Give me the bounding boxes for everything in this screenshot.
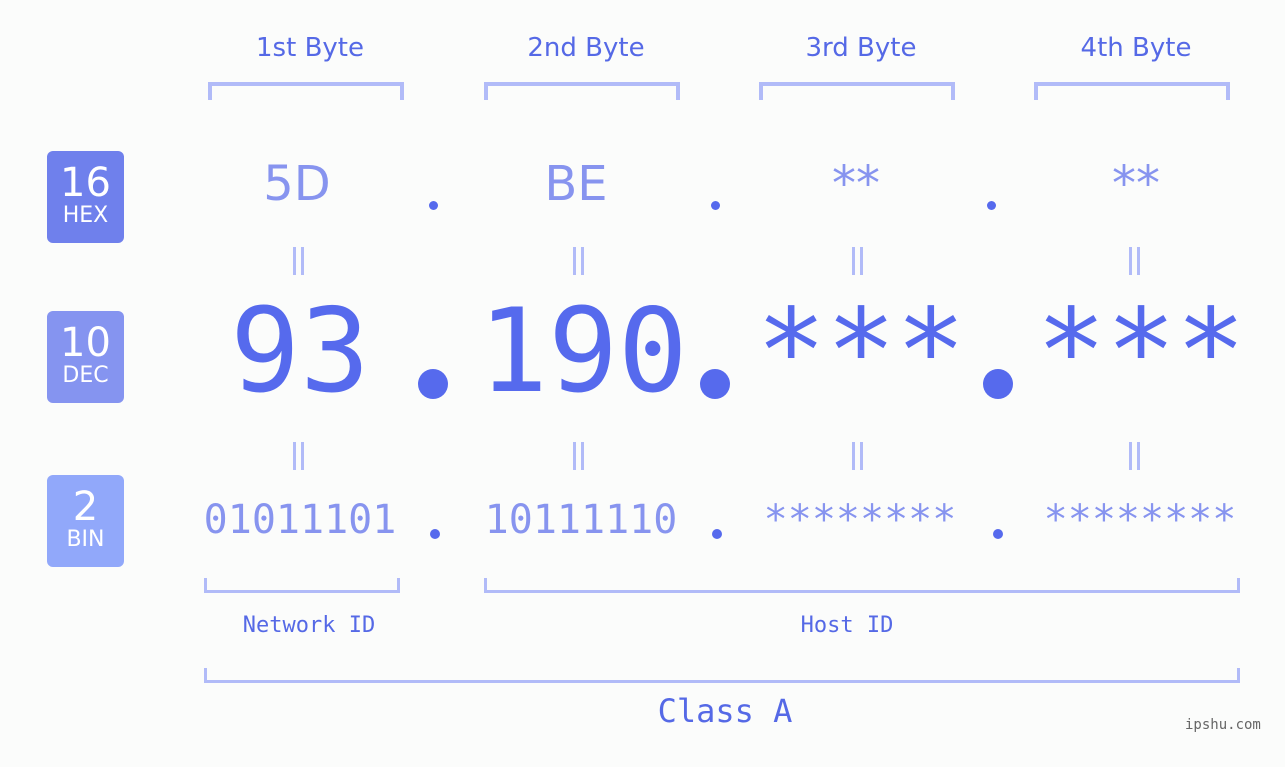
host-id-label: Host ID (800, 613, 894, 638)
dec-dot-1 (418, 369, 448, 399)
equals-icon (293, 442, 304, 470)
bin-byte-2: 10111110 (484, 497, 678, 543)
byte-bracket-1 (208, 82, 404, 100)
hex-byte-1: 5D (263, 156, 331, 212)
bin-badge-label: BIN (66, 527, 105, 552)
hex-badge: 16 HEX (47, 151, 124, 243)
dec-badge: 10 DEC (47, 311, 124, 403)
network-id-bracket (204, 578, 400, 593)
network-id-label: Network ID (242, 613, 376, 638)
hex-byte-4: ** (1112, 156, 1160, 212)
dec-byte-3: *** (756, 284, 966, 419)
class-label: Class A (657, 692, 793, 730)
hex-badge-label: HEX (62, 203, 109, 228)
hex-dot-3 (987, 201, 996, 210)
equals-icon (852, 247, 863, 275)
dec-byte-2: 190 (478, 284, 688, 419)
bin-byte-1: 01011101 (203, 497, 397, 543)
dec-dot-3 (983, 369, 1013, 399)
equals-icon (1129, 442, 1140, 470)
hex-dot-1 (429, 201, 438, 210)
byte-header-2: 2nd Byte (527, 33, 645, 63)
dec-byte-1: 93 (230, 284, 370, 419)
equals-icon (573, 247, 584, 275)
bin-dot-2 (712, 529, 722, 539)
hex-byte-3: ** (832, 156, 880, 212)
dec-badge-number: 10 (60, 320, 111, 366)
byte-header-1: 1st Byte (256, 33, 364, 63)
bin-byte-4: ******** (1043, 497, 1237, 543)
hex-badge-number: 16 (60, 160, 111, 206)
byte-header-3: 3rd Byte (805, 33, 917, 63)
bin-dot-3 (993, 529, 1003, 539)
equals-icon (1129, 247, 1140, 275)
byte-bracket-4 (1034, 82, 1230, 100)
bin-badge: 2 BIN (47, 475, 124, 567)
class-bracket (204, 668, 1240, 683)
equals-icon (852, 442, 863, 470)
hex-dot-2 (711, 201, 720, 210)
bin-badge-number: 2 (72, 484, 99, 530)
dec-byte-4: *** (1036, 284, 1246, 419)
equals-icon (573, 442, 584, 470)
byte-bracket-3 (759, 82, 955, 100)
watermark: ipshu.com (1185, 717, 1261, 733)
dec-badge-label: DEC (62, 363, 109, 388)
hex-byte-2: BE (544, 156, 608, 212)
dec-dot-2 (700, 369, 730, 399)
equals-icon (293, 247, 304, 275)
bin-byte-3: ******** (763, 497, 957, 543)
byte-bracket-2 (484, 82, 680, 100)
byte-header-4: 4th Byte (1080, 33, 1192, 63)
bin-dot-1 (430, 529, 440, 539)
host-id-bracket (484, 578, 1240, 593)
